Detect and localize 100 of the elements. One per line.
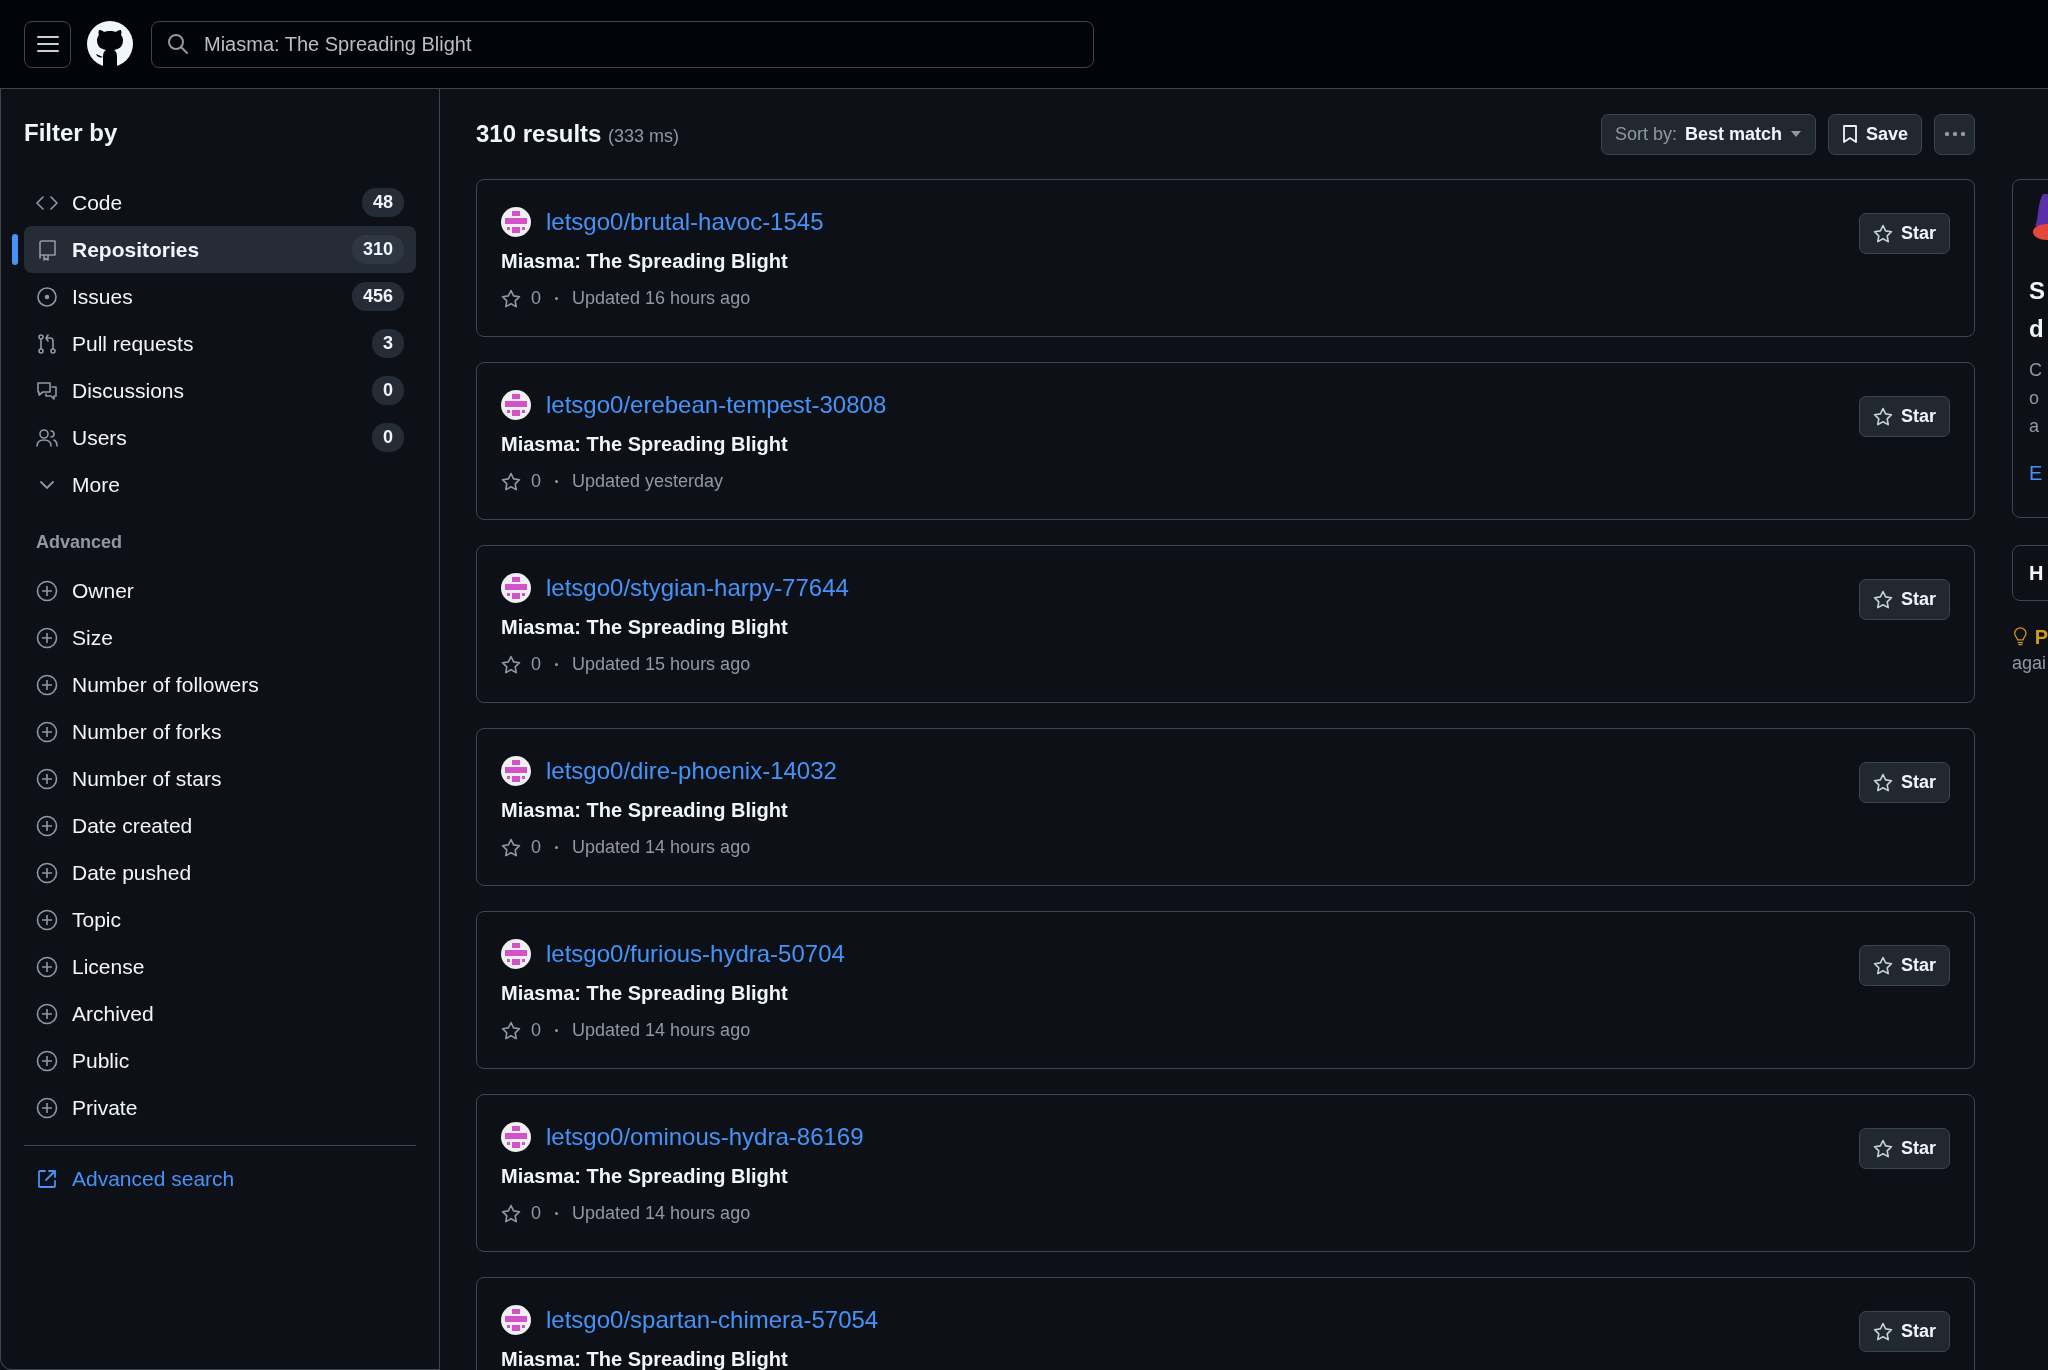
repository-description: Miasma: The Spreading Blight <box>501 250 789 273</box>
repository-description: Miasma: The Spreading Blight <box>501 1348 789 1370</box>
filter-option[interactable]: Date pushed <box>24 849 416 896</box>
avatar-icon <box>501 573 531 603</box>
selection-indicator <box>12 234 18 265</box>
repository-description: Miasma: The Spreading Blight <box>501 982 789 1005</box>
filter-item[interactable]: Issues 456 <box>24 273 416 320</box>
star-count: 0 <box>531 288 541 309</box>
filter-option[interactable]: License <box>24 943 416 990</box>
star-count: 0 <box>531 837 541 858</box>
repository-link[interactable]: letsgo0/ominous-hydra-86169 <box>546 1123 864 1151</box>
bookmark-icon <box>1841 124 1858 144</box>
avatar-icon <box>501 207 531 237</box>
count-badge: 0 <box>372 376 404 405</box>
filter-option[interactable]: Number of forks <box>24 708 416 755</box>
plus-circle-icon <box>36 767 58 790</box>
filter-item[interactable]: Repositories 310 <box>24 226 416 273</box>
separator-dot <box>555 1212 558 1215</box>
star-icon <box>1873 223 1893 244</box>
star-icon <box>501 1020 521 1041</box>
star-button[interactable]: Star <box>1859 762 1950 803</box>
filter-option[interactable]: Topic <box>24 896 416 943</box>
people-icon <box>36 426 58 449</box>
star-button[interactable]: Star <box>1859 396 1950 437</box>
filter-option[interactable]: Number of followers <box>24 661 416 708</box>
more-toggle[interactable]: More <box>24 461 416 508</box>
repository-description: Miasma: The Spreading Blight <box>501 433 789 456</box>
star-icon <box>501 837 521 858</box>
plus-circle-icon <box>36 673 58 696</box>
issue-icon <box>36 285 58 308</box>
promo-title: d <box>2029 314 2045 344</box>
star-icon <box>501 471 521 492</box>
plus-circle-icon <box>36 861 58 884</box>
help-card[interactable]: H <box>2012 545 2048 601</box>
star-icon <box>1873 1321 1893 1342</box>
separator-dot <box>555 1029 558 1032</box>
star-icon <box>501 654 521 675</box>
repository-link[interactable]: letsgo0/erebean-tempest-30808 <box>546 391 887 419</box>
repository-description: Miasma: The Spreading Blight <box>501 1165 789 1188</box>
filter-item[interactable]: Discussions 0 <box>24 367 416 414</box>
plus-circle-icon <box>36 1002 58 1025</box>
plus-circle-icon <box>36 1096 58 1119</box>
filter-option[interactable]: Owner <box>24 567 416 614</box>
filter-option[interactable]: Public <box>24 1037 416 1084</box>
menu-button[interactable] <box>24 20 71 68</box>
promo-text: C <box>2029 359 2043 382</box>
plus-circle-icon <box>36 720 58 743</box>
updated-time: Updated 14 hours ago <box>572 1203 751 1224</box>
filter-item[interactable]: Pull requests 3 <box>24 320 416 367</box>
pull-request-icon <box>36 332 58 355</box>
star-button[interactable]: Star <box>1859 945 1950 986</box>
plus-circle-icon <box>36 579 58 602</box>
sort-dropdown[interactable]: Sort by: Best match <box>1600 113 1816 155</box>
star-icon <box>1873 589 1893 610</box>
avatar-icon <box>501 390 531 420</box>
external-link-icon <box>36 1168 58 1190</box>
separator-dot <box>555 846 558 849</box>
filter-item[interactable]: Users 0 <box>24 414 416 461</box>
search-field[interactable]: Miasma: The Spreading Blight <box>151 20 1094 68</box>
caret-icon <box>1789 130 1802 138</box>
avatar-icon <box>501 756 531 786</box>
advanced-search-link[interactable]: Advanced search <box>24 1146 416 1212</box>
star-count: 0 <box>531 1020 541 1041</box>
save-button[interactable]: Save <box>1827 113 1922 155</box>
repository-link[interactable]: letsgo0/dire-phoenix-14032 <box>546 757 837 785</box>
star-button[interactable]: Star <box>1859 1311 1950 1352</box>
more-options-button[interactable] <box>1934 113 1975 155</box>
avatar-icon <box>501 939 531 969</box>
filter-item[interactable]: Code 48 <box>24 179 416 226</box>
plus-circle-icon <box>36 814 58 837</box>
star-icon <box>1873 955 1893 976</box>
filter-option[interactable]: Archived <box>24 990 416 1037</box>
repository-description: Miasma: The Spreading Blight <box>501 799 789 822</box>
results-count: 310 results (333 ms) <box>476 120 680 148</box>
star-button[interactable]: Star <box>1859 1128 1950 1169</box>
star-button[interactable]: Star <box>1859 579 1950 620</box>
updated-time: Updated yesterday <box>572 471 724 492</box>
repository-link[interactable]: letsgo0/furious-hydra-50704 <box>546 940 845 968</box>
filter-option[interactable]: Private <box>24 1084 416 1131</box>
octocat-logo[interactable] <box>87 21 133 67</box>
separator-dot <box>555 663 558 666</box>
filter-option[interactable]: Size <box>24 614 416 661</box>
tip-title: P <box>2034 625 2048 649</box>
plus-circle-icon <box>36 1049 58 1072</box>
ellipsis-icon <box>1943 131 1966 137</box>
star-icon <box>1873 1138 1893 1159</box>
star-count: 0 <box>531 1203 541 1224</box>
star-icon <box>1873 406 1893 427</box>
count-badge: 0 <box>372 423 404 452</box>
repository-link[interactable]: letsgo0/stygian-harpy-77644 <box>546 574 849 602</box>
filter-option[interactable]: Number of stars <box>24 755 416 802</box>
filter-option[interactable]: Date created <box>24 802 416 849</box>
star-button[interactable]: Star <box>1859 213 1950 254</box>
avatar-icon <box>501 1122 531 1152</box>
repository-description: Miasma: The Spreading Blight <box>501 616 789 639</box>
repository-link[interactable]: letsgo0/spartan-chimera-57054 <box>546 1306 879 1334</box>
star-count: 0 <box>531 654 541 675</box>
updated-time: Updated 15 hours ago <box>572 654 751 675</box>
repository-link[interactable]: letsgo0/brutal-havoc-1545 <box>546 208 824 236</box>
promo-link[interactable]: E <box>2029 462 2048 485</box>
